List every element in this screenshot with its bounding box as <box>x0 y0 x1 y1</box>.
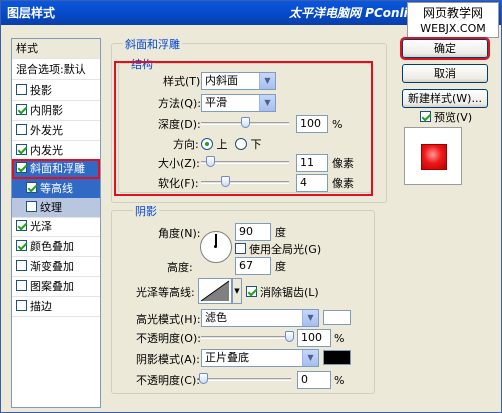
watermark-badge: 网页教学网 WEBJX.COM <box>407 2 499 38</box>
direction-down-radio[interactable] <box>235 138 247 150</box>
shadow-mode-label: 阴影模式(A): <box>136 353 200 366</box>
style-item-bevel-emboss[interactable]: 斜面和浮雕 <box>12 159 100 179</box>
shadow-opacity-input[interactable]: 0 <box>297 371 331 389</box>
size-input[interactable]: 11 <box>296 154 328 172</box>
highlight-color-swatch[interactable] <box>323 310 351 325</box>
altitude-input[interactable]: 67 <box>235 257 271 275</box>
depth-slider-handle[interactable] <box>241 117 250 128</box>
highlight-opacity-label: 不透明度(O): <box>136 332 201 345</box>
style-item-texture[interactable]: 纹理 <box>12 198 100 218</box>
global-light-checkbox[interactable] <box>235 243 246 254</box>
ok-button[interactable]: 确定 <box>400 37 490 60</box>
inner-shadow-checkbox[interactable] <box>16 104 27 115</box>
chevron-down-icon[interactable]: ▼ <box>259 73 275 89</box>
contour-checkbox[interactable] <box>26 182 37 193</box>
direction-up-option[interactable]: 上 <box>201 137 228 153</box>
shadow-opacity-label: 不透明度(C): <box>136 374 200 387</box>
inner-glow-checkbox[interactable] <box>16 144 27 155</box>
size-label: 大小(Z): <box>158 157 200 170</box>
soften-label: 软化(F): <box>158 177 199 190</box>
global-light-option[interactable]: 使用全局光(G) <box>235 242 321 258</box>
antialias-checkbox[interactable] <box>246 286 257 297</box>
method-select[interactable]: 平滑 ▼ <box>201 94 276 112</box>
new-style-button[interactable]: 新建样式(W)... <box>402 89 488 108</box>
direction-label: 方向: <box>173 138 199 151</box>
style-select[interactable]: 内斜面 ▼ <box>201 72 276 90</box>
watermark-badge-line2: WEBJX.COM <box>420 22 486 35</box>
soften-slider-handle[interactable] <box>221 176 230 187</box>
style-item-drop-shadow[interactable]: 投影 <box>12 81 100 101</box>
size-unit: 像素 <box>332 157 354 170</box>
depth-label: 深度(D): <box>158 118 201 131</box>
preview-checkbox[interactable] <box>420 111 431 122</box>
chevron-down-icon[interactable]: ▼ <box>302 350 318 366</box>
chevron-down-icon[interactable]: ▼ <box>302 310 318 326</box>
angle-dial[interactable] <box>200 231 232 263</box>
preview-swatch <box>421 144 447 170</box>
bevel-emboss-group-title: 斜面和浮雕 <box>123 36 182 52</box>
chevron-down-icon[interactable]: ▼ <box>259 95 275 111</box>
altitude-unit: 度 <box>275 260 286 273</box>
highlight-opacity-slider-track[interactable] <box>201 336 291 339</box>
texture-checkbox[interactable] <box>26 201 37 212</box>
shadow-opacity-unit: % <box>334 374 345 387</box>
gloss-contour-picker[interactable] <box>198 278 232 304</box>
style-list-header[interactable]: 样式 <box>12 39 100 59</box>
size-slider-handle[interactable] <box>206 156 215 167</box>
watermark-badge-line1: 网页教学网 <box>422 6 483 20</box>
contour-dropdown-arrow[interactable]: ▼ <box>232 278 242 304</box>
color-overlay-checkbox[interactable] <box>16 240 27 251</box>
window-title: 图层样式 <box>7 6 56 20</box>
soften-input[interactable]: 4 <box>296 174 328 192</box>
style-list-blending-options[interactable]: 混合选项:默认 <box>12 60 100 80</box>
highlight-opacity-slider-handle[interactable] <box>285 331 294 342</box>
preview-option[interactable]: 预览(V) <box>420 110 472 126</box>
style-item-contour[interactable]: 等高线 <box>12 179 100 199</box>
pattern-overlay-checkbox[interactable] <box>16 280 27 291</box>
depth-unit: % <box>332 118 343 131</box>
method-label: 方法(Q): <box>158 97 201 110</box>
bevel-emboss-checkbox[interactable] <box>16 162 27 173</box>
cancel-button[interactable]: 取消 <box>402 64 488 83</box>
highlight-mode-select[interactable]: 滤色 ▼ <box>201 309 319 327</box>
style-item-inner-glow[interactable]: 内发光 <box>12 141 100 161</box>
shadow-mode-select[interactable]: 正片叠底 ▼ <box>201 349 319 367</box>
gradient-overlay-checkbox[interactable] <box>16 260 27 271</box>
soften-slider-track[interactable] <box>201 181 289 184</box>
style-list: 样式 混合选项:默认 投影 内阴影 外发光 内发光 斜面和浮雕 等高线 纹理 光… <box>11 38 101 408</box>
angle-input[interactable]: 90 <box>235 223 271 241</box>
angle-unit: 度 <box>275 226 286 239</box>
layer-style-dialog: 图层样式 太平洋电脑网 PConline 网页教学网 WEBJX.COM 样式 … <box>0 0 502 413</box>
antialias-option[interactable]: 消除锯齿(L) <box>246 285 319 301</box>
style-item-satin[interactable]: 光泽 <box>12 217 100 237</box>
contour-curve-icon <box>200 280 230 302</box>
direction-up-radio[interactable] <box>201 138 213 150</box>
preview-thumbnail <box>404 127 462 185</box>
gloss-contour-label: 光泽等高线: <box>136 286 195 299</box>
style-item-gradient-overlay[interactable]: 渐变叠加 <box>12 257 100 277</box>
satin-checkbox[interactable] <box>16 220 27 231</box>
shadow-opacity-slider-track[interactable] <box>201 378 291 381</box>
style-item-color-overlay[interactable]: 颜色叠加 <box>12 237 100 257</box>
style-item-pattern-overlay[interactable]: 图案叠加 <box>12 277 100 297</box>
style-item-inner-shadow[interactable]: 内阴影 <box>12 101 100 121</box>
shadow-color-swatch[interactable] <box>323 350 351 365</box>
altitude-label: 高度: <box>167 261 193 274</box>
highlight-mode-label: 高光模式(H): <box>136 313 201 326</box>
style-label: 样式(T): <box>163 75 205 88</box>
drop-shadow-checkbox[interactable] <box>16 84 27 95</box>
shadow-opacity-slider-handle[interactable] <box>199 373 208 384</box>
direction-down-option[interactable]: 下 <box>235 137 262 153</box>
soften-unit: 像素 <box>332 177 354 190</box>
style-item-outer-glow[interactable]: 外发光 <box>12 121 100 141</box>
stroke-checkbox[interactable] <box>16 300 27 311</box>
outer-glow-checkbox[interactable] <box>16 124 27 135</box>
highlight-opacity-input[interactable]: 100 <box>297 329 331 347</box>
highlight-opacity-unit: % <box>334 332 345 345</box>
depth-input[interactable]: 100 <box>296 115 328 133</box>
style-item-stroke[interactable]: 描边 <box>12 297 100 317</box>
watermark-text: 太平洋电脑网 PConline <box>289 6 425 20</box>
shading-group-title: 阴影 <box>133 203 159 219</box>
angle-label: 角度(N): <box>158 227 201 240</box>
